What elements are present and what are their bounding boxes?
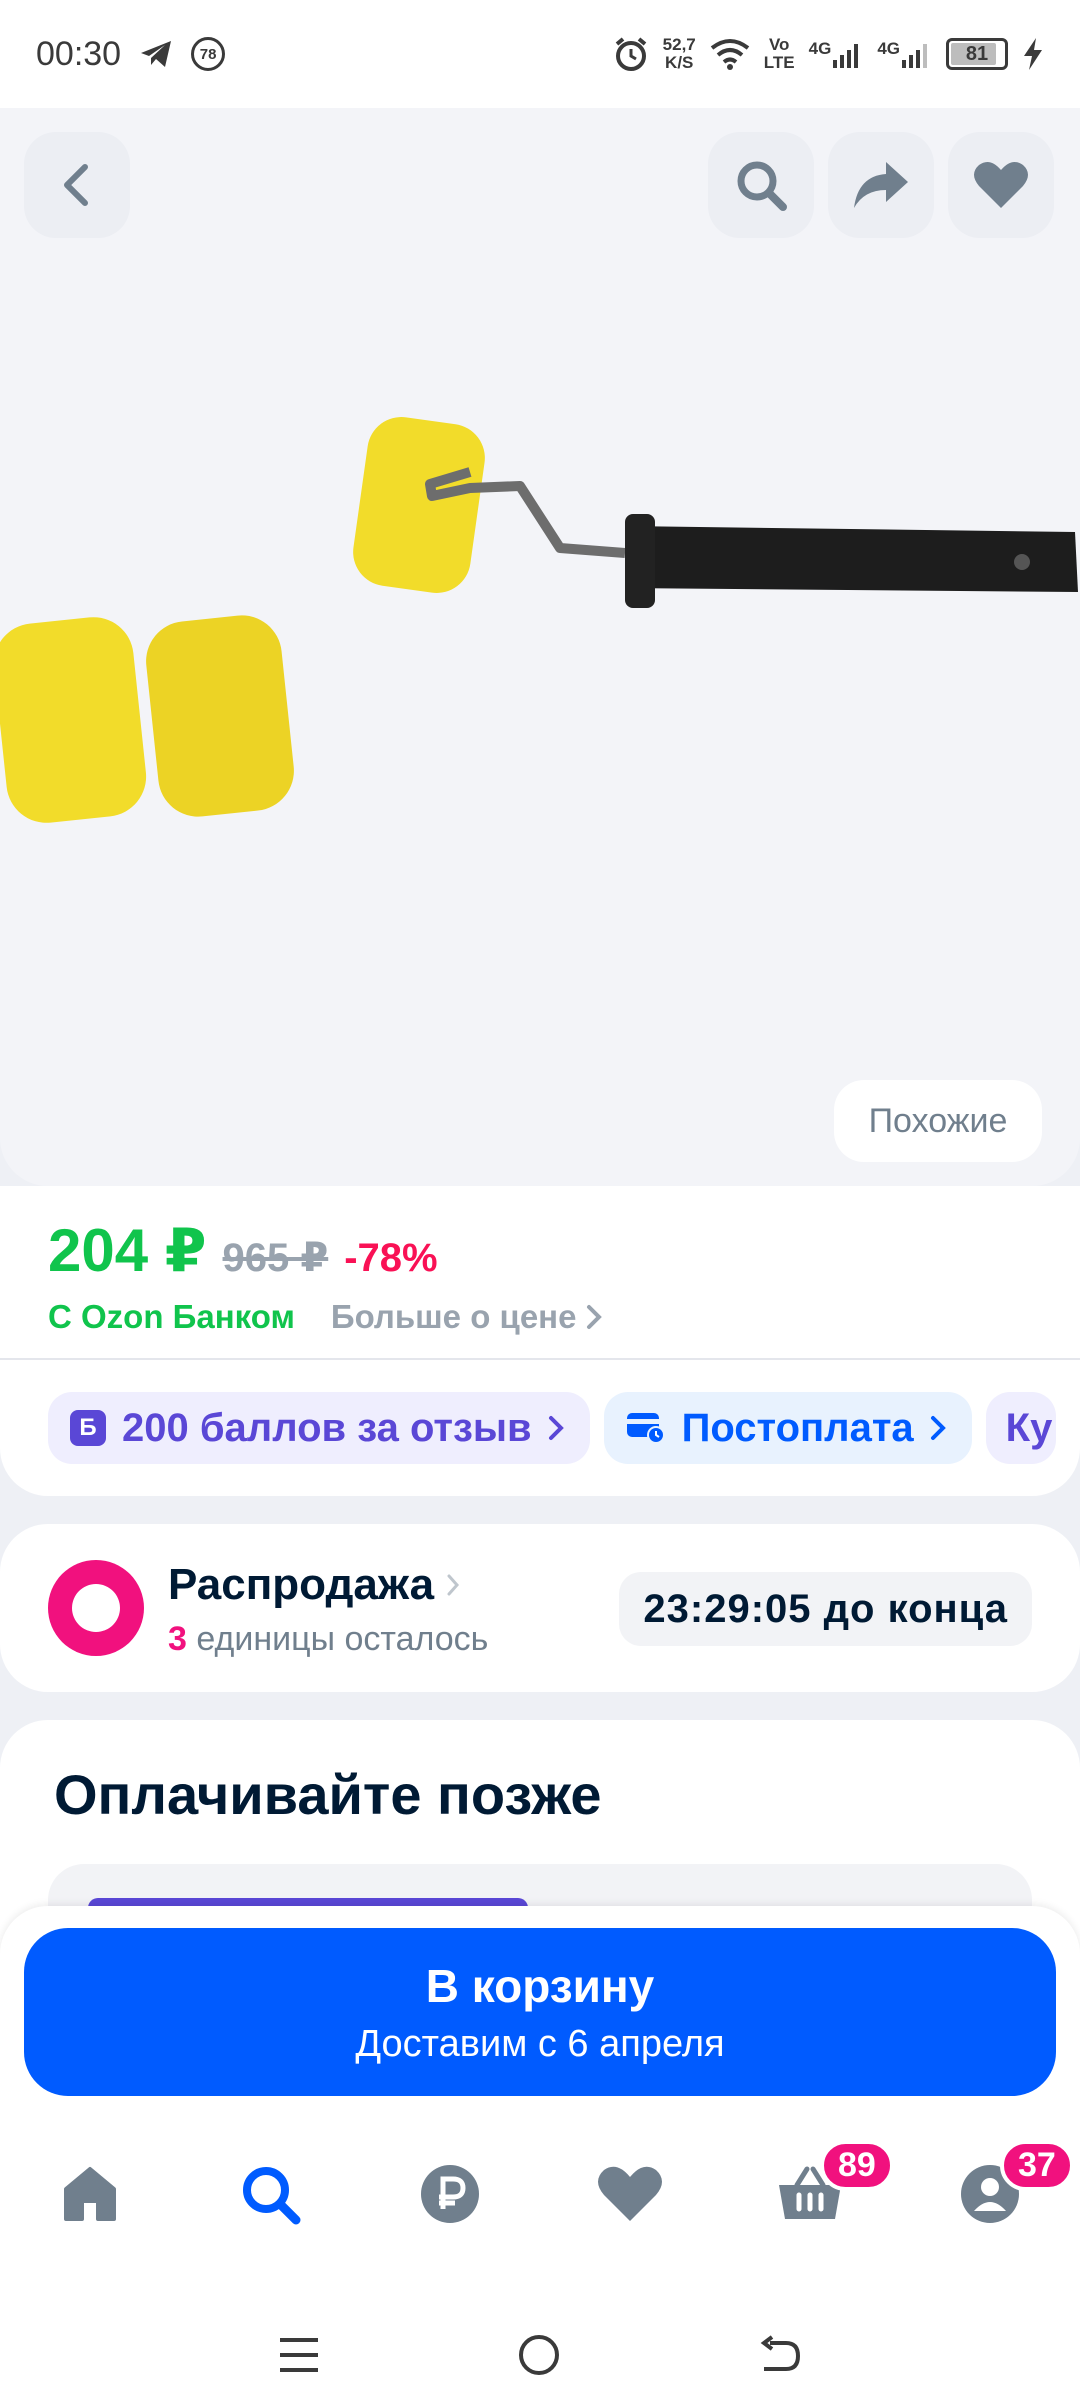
bottom-tab-bar: 89 37 bbox=[0, 2134, 1080, 2254]
heart-icon bbox=[598, 2166, 662, 2221]
postpay-chip[interactable]: Постоплата bbox=[603, 1392, 972, 1464]
alarm-icon bbox=[615, 37, 646, 71]
net-speed: 52,7 K/S bbox=[662, 35, 696, 72]
menu-icon[interactable] bbox=[278, 2336, 320, 2374]
price-card: 204 ₽ 965 ₽ -78% С Ozon Банком Больше о … bbox=[0, 1186, 1080, 1496]
share-button[interactable] bbox=[828, 132, 934, 238]
battery-icon: 81 bbox=[946, 38, 1008, 70]
telegram-icon bbox=[141, 41, 172, 67]
cart-count-badge: 89 bbox=[820, 2140, 894, 2191]
pay-later-title: Оплачивайте позже bbox=[54, 1763, 602, 1826]
tab-finance[interactable] bbox=[360, 2134, 540, 2254]
share-icon bbox=[854, 162, 908, 208]
home-circle-icon[interactable] bbox=[517, 2333, 561, 2377]
signal-2-icon bbox=[902, 44, 927, 68]
system-nav-bar bbox=[0, 2310, 1080, 2400]
bottom-panel: В корзину Доставим с 6 апреля 89 37 bbox=[0, 1906, 1080, 2400]
favorite-button[interactable] bbox=[948, 132, 1054, 238]
status-left: 00:30 78 bbox=[36, 34, 226, 74]
divider bbox=[0, 1358, 1080, 1360]
signal-2: 4G bbox=[877, 40, 932, 68]
more-about-price-link[interactable]: Больше о цене bbox=[331, 1298, 603, 1336]
promo-chips: Б 200 баллов за отзыв Постоплата Ку bbox=[48, 1392, 1056, 1464]
add-to-cart-button[interactable]: В корзину Доставим с 6 апреля bbox=[24, 1928, 1056, 2096]
back-button[interactable] bbox=[24, 132, 130, 238]
tab-search[interactable] bbox=[180, 2134, 360, 2254]
sale-title: Распродажа bbox=[168, 1560, 460, 1610]
home-icon bbox=[64, 2167, 116, 2221]
clock: 00:30 bbox=[36, 34, 122, 73]
signal-1-icon bbox=[833, 44, 859, 68]
discount-percent: -78% bbox=[344, 1236, 438, 1280]
card-clock-icon bbox=[626, 1413, 665, 1444]
tab-profile[interactable]: 37 bbox=[900, 2134, 1080, 2254]
tab-cart[interactable]: 89 bbox=[720, 2134, 900, 2254]
remaining-count: 3 bbox=[168, 1620, 187, 1658]
notification-count-icon: 78 bbox=[191, 37, 226, 71]
heart-icon bbox=[974, 161, 1028, 208]
chevron-right-icon bbox=[548, 1416, 564, 1440]
product-gallery[interactable]: Похожие bbox=[0, 108, 1080, 1186]
chevron-right-icon bbox=[447, 1574, 460, 1596]
tab-favorites[interactable] bbox=[540, 2134, 720, 2254]
chevron-left-icon bbox=[64, 164, 88, 206]
old-price: 965 ₽ bbox=[222, 1236, 329, 1280]
status-right: 52,7 K/S Vo LTE 4G 4G 81 bbox=[613, 36, 1044, 72]
volte-indicator: Vo LTE bbox=[763, 35, 795, 72]
search-icon bbox=[243, 2167, 301, 2225]
price-row: 204 ₽ 965 ₽ -78% bbox=[48, 1216, 438, 1286]
wifi-icon bbox=[710, 39, 749, 70]
charging-icon bbox=[1024, 38, 1042, 70]
status-bar: 00:30 78 52,7 K/S Vo LTE 4G 4G 81 bbox=[0, 0, 1080, 108]
chevron-right-icon bbox=[587, 1305, 603, 1329]
ozon-bank-label: С Ozon Банком bbox=[48, 1298, 295, 1335]
signal-1: 4G bbox=[809, 40, 864, 68]
current-price: 204 ₽ bbox=[48, 1217, 207, 1284]
search-icon bbox=[737, 161, 787, 211]
sale-card[interactable]: Распродажа 3 единицы осталось 23:29:05 д… bbox=[0, 1524, 1080, 1692]
back-arrow-icon[interactable] bbox=[758, 2335, 802, 2375]
ruble-icon bbox=[421, 2165, 479, 2223]
similar-button[interactable]: Похожие bbox=[834, 1080, 1042, 1162]
add-to-cart-label: В корзину bbox=[425, 1959, 655, 2012]
bank-row: С Ozon Банком Больше о цене bbox=[48, 1298, 603, 1336]
more-chip[interactable]: Ку bbox=[985, 1392, 1056, 1464]
tab-home[interactable] bbox=[0, 2134, 180, 2254]
product-image bbox=[0, 417, 1078, 823]
chevron-right-icon bbox=[930, 1416, 946, 1440]
sale-logo-icon bbox=[48, 1560, 144, 1656]
delivery-date: Доставим с 6 апреля bbox=[355, 2022, 725, 2065]
points-icon: Б bbox=[70, 1410, 106, 1446]
search-button[interactable] bbox=[708, 132, 814, 238]
points-for-review-chip[interactable]: Б 200 баллов за отзыв bbox=[48, 1392, 590, 1464]
profile-count-badge: 37 bbox=[1000, 2140, 1074, 2191]
sale-remaining: 3 единицы осталось bbox=[168, 1620, 489, 1658]
sale-timer: 23:29:05 до конца bbox=[619, 1572, 1032, 1646]
